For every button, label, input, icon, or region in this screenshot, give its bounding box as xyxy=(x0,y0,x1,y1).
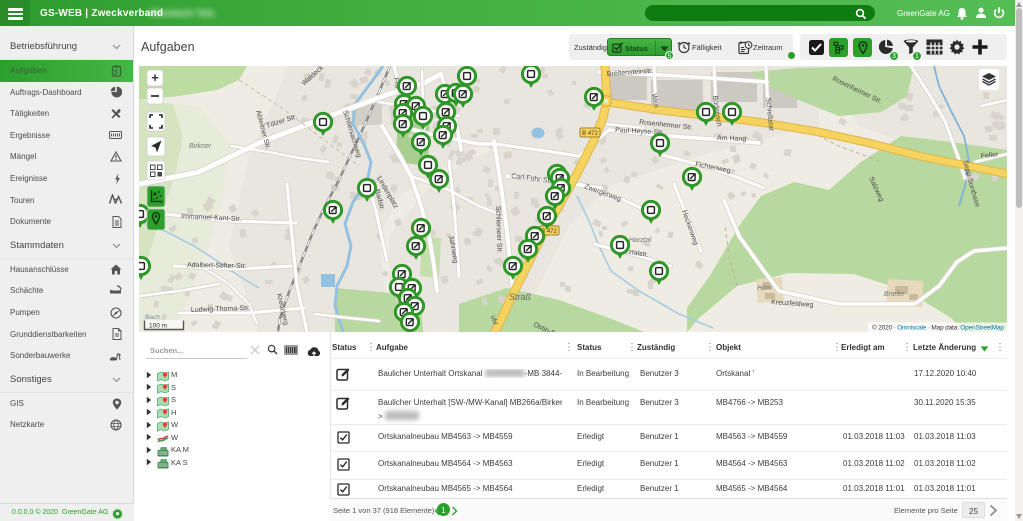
svg-text:Harztal: Harztal xyxy=(629,237,652,244)
svg-text:+: + xyxy=(151,70,159,85)
svg-text:Adalbert-Stifter-Str.: Adalbert-Stifter-Str. xyxy=(187,262,247,270)
svg-text:Am Hang: Am Hang xyxy=(717,135,747,143)
svg-text:Briefer: Briefer xyxy=(884,291,905,298)
svg-text:Birkner: Birkner xyxy=(189,143,212,150)
svg-text:Bach: Bach xyxy=(145,314,160,321)
svg-text:Hilm: Hilm xyxy=(757,285,771,292)
svg-text:© 2020 · Omniscale · Map data:: © 2020 · Omniscale · Map data: OpenStree… xyxy=(872,324,1004,332)
svg-text:B 472: B 472 xyxy=(582,131,598,137)
svg-text:Straß: Straß xyxy=(509,292,532,302)
svg-text:100 m: 100 m xyxy=(149,323,167,330)
